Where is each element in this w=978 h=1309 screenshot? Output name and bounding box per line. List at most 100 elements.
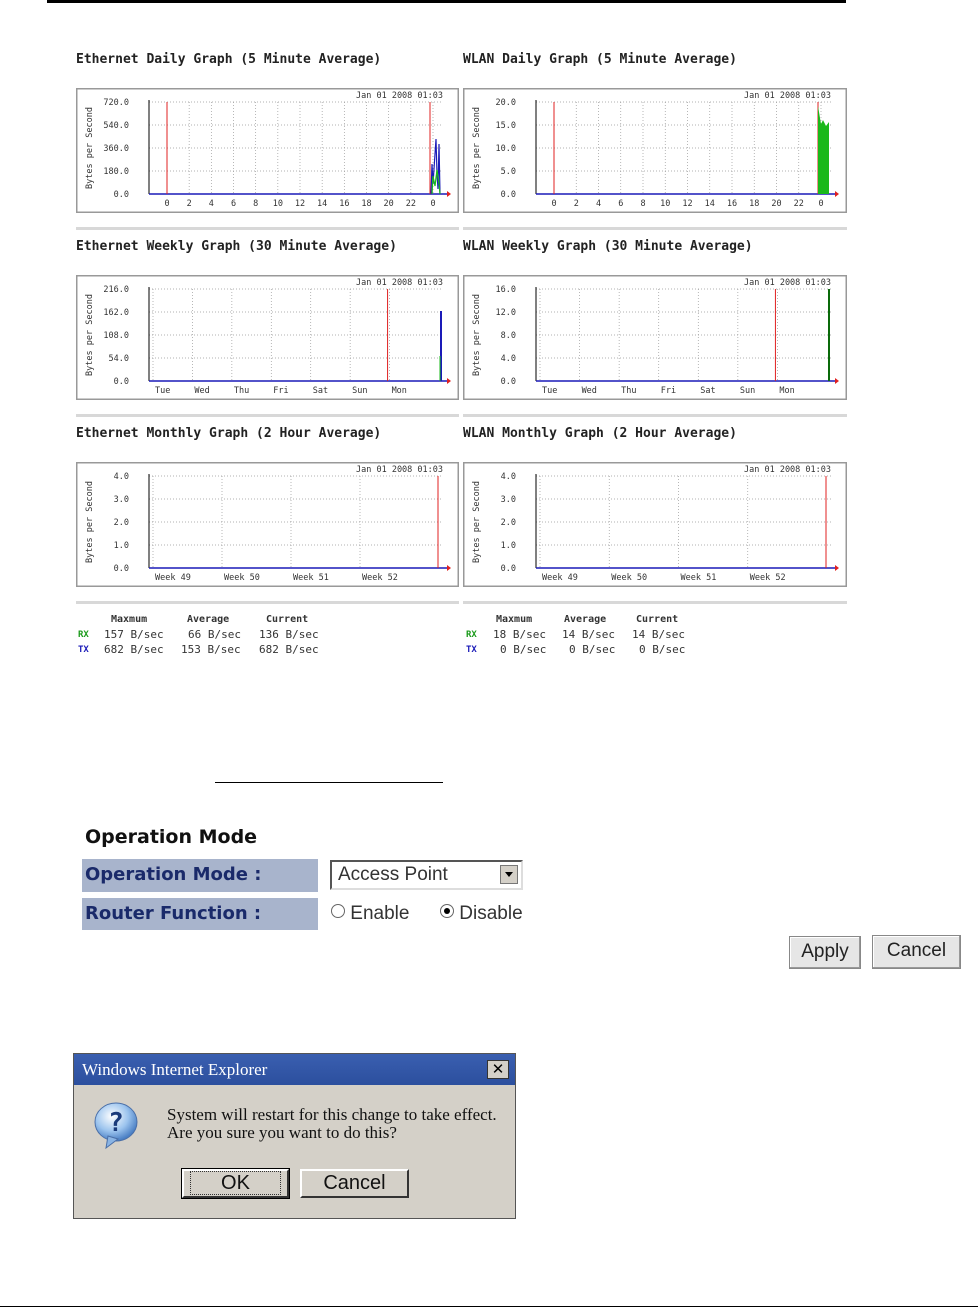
router-enable-option[interactable]: Enable [331, 903, 409, 925]
section-divider [463, 601, 847, 604]
y-tick-label: 20.0 [496, 98, 516, 108]
x-tick-label: 20 [384, 199, 394, 209]
y-tick-label: 720.0 [103, 98, 129, 108]
x-tick-label: Week 52 [362, 573, 398, 583]
tx-avg: 153 B/sec [181, 643, 241, 656]
stats-header: Average [187, 614, 230, 625]
svg-text:?: ? [108, 1108, 124, 1138]
x-tick-label: Fri [273, 386, 288, 396]
enable-radio[interactable] [331, 904, 345, 918]
y-tick-label: 4.0 [501, 472, 516, 482]
y-tick-label: 2.0 [501, 518, 516, 528]
tx-max: 0 B/sec [500, 643, 547, 656]
stats-header: Current [636, 614, 679, 625]
graph-title: WLAN Weekly Graph (30 Minute Average) [463, 239, 753, 254]
dialog-cancel-button[interactable]: Cancel [300, 1169, 409, 1198]
y-tick-label: 5.0 [501, 167, 516, 177]
y-tick-label: 0.0 [501, 377, 516, 387]
x-tick-label: 8 [640, 199, 645, 209]
x-tick-label: Sun [740, 386, 755, 396]
operation-mode-heading: Operation Mode [85, 826, 258, 848]
y-tick-label: 180.0 [103, 167, 129, 177]
y-axis-label: Bytes per Second [472, 481, 482, 563]
x-tick-label: 10 [273, 199, 283, 209]
x-tick-label: Week 52 [750, 573, 786, 583]
x-tick-label: 0 [818, 199, 823, 209]
x-tick-label: 8 [253, 199, 258, 209]
wlan-stats: Maxmum Average Current RX 18 B/sec 14 B/… [463, 612, 847, 662]
y-tick-label: 10.0 [496, 144, 516, 154]
x-tick-label: 16 [727, 199, 737, 209]
top-rule [47, 0, 846, 3]
question-icon: ? [94, 1102, 138, 1150]
x-tick-label: 6 [618, 199, 623, 209]
graph-title: WLAN Monthly Graph (2 Hour Average) [463, 426, 737, 441]
x-tick-label: 18 [749, 199, 759, 209]
ok-button[interactable]: OK [181, 1168, 290, 1199]
disable-radio[interactable] [440, 904, 454, 918]
y-tick-label: 108.0 [103, 331, 129, 341]
close-icon[interactable]: ✕ [487, 1060, 509, 1079]
x-tick-label: 22 [794, 199, 804, 209]
dialog-title: Windows Internet Explorer [74, 1054, 515, 1085]
wlan-weekly-graph: Jan 01 2008 01:03 Bytes per Second 16.0 12.… [463, 275, 847, 400]
tx-max: 682 B/sec [104, 643, 164, 656]
graph-title: WLAN Daily Graph (5 Minute Average) [463, 52, 737, 67]
dialog-message-line2: Are you sure you want to do this? [167, 1123, 397, 1142]
ok-label: OK [190, 1171, 281, 1195]
apply-button[interactable]: Apply [789, 936, 861, 969]
tx-label: TX [78, 645, 89, 655]
enable-label: Enable [350, 903, 410, 924]
bottom-rule [0, 1306, 978, 1307]
section-divider [76, 601, 459, 604]
y-tick-label: 0.0 [501, 190, 516, 200]
y-tick-label: 0.0 [114, 190, 129, 200]
tx-current: 682 B/sec [259, 643, 319, 656]
y-tick-label: 15.0 [496, 121, 516, 131]
rx-current: 136 B/sec [259, 628, 319, 641]
wlan-monthly-graph: Jan 01 2008 01:03 Bytes per Second 4.0 3.0 2… [463, 462, 847, 587]
operation-mode-value: Access Point [338, 864, 448, 885]
wlan-daily-graph: Jan 01 2008 01:03Bytes per Second20.015.… [463, 88, 847, 213]
x-tick-label: 0 [164, 199, 169, 209]
x-tick-label: 0 [551, 199, 556, 209]
x-tick-label: Week 51 [293, 573, 329, 583]
stats-header: Current [266, 614, 309, 625]
rx-label: RX [466, 630, 477, 640]
graph-timestamp: Jan 01 2008 01:03 [744, 278, 831, 288]
section-divider [76, 414, 459, 417]
chevron-down-icon[interactable] [500, 865, 518, 884]
y-tick-label: 1.0 [114, 541, 129, 551]
y-tick-label: 1.0 [501, 541, 516, 551]
x-tick-label: Week 50 [611, 573, 647, 583]
y-tick-label: 4.0 [114, 472, 129, 482]
ethernet-daily-graph: Jan 01 2008 01:03 Bytes per Second 720.0 54… [76, 88, 459, 213]
operation-mode-select[interactable]: Access Point [330, 860, 523, 890]
x-tick-label: 22 [406, 199, 416, 209]
x-tick-label: 14 [317, 199, 327, 209]
x-tick-label: 4 [209, 199, 214, 209]
x-tick-label: 18 [361, 199, 371, 209]
x-tick-label: Tue [155, 386, 170, 396]
y-axis-label: Bytes per Second [472, 107, 482, 189]
ethernet-stats: Maxmum Average Current RX 157 B/sec 66 B… [76, 612, 459, 662]
stats-header: Average [564, 614, 607, 625]
router-function-label: Router Function : [82, 898, 318, 930]
x-tick-label: Mon [779, 386, 794, 396]
x-tick-label: 20 [771, 199, 781, 209]
y-axis-label: Bytes per Second [85, 107, 95, 189]
cancel-button[interactable]: Cancel [872, 935, 961, 969]
rx-label: RX [78, 630, 89, 640]
y-tick-label: 2.0 [114, 518, 129, 528]
graph-title: Ethernet Monthly Graph (2 Hour Average) [76, 426, 382, 441]
tx-current: 0 B/sec [639, 643, 686, 656]
rx-max: 18 B/sec [493, 628, 546, 641]
y-tick-label: 0.0 [114, 564, 129, 574]
router-disable-option[interactable]: Disable [440, 903, 523, 925]
section-divider [76, 227, 459, 230]
graph-timestamp: Jan 01 2008 01:03 [356, 278, 443, 288]
section-divider [463, 414, 847, 417]
x-tick-label: 12 [682, 199, 692, 209]
ethernet-monthly-graph: Jan 01 2008 01:03 Bytes per Second 4.0 3.0 2… [76, 462, 459, 587]
x-tick-label: Thu [234, 386, 249, 396]
